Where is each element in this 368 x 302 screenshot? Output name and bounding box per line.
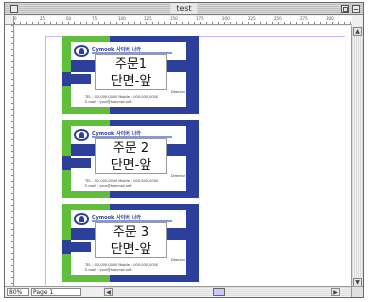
business-card[interactable]: Cymook 사이버 나라 주문 2 단면-앞 Director TEL : 0… [62, 120, 199, 198]
ruler-tick: 50 [66, 16, 72, 21]
order-side: 단면-앞 [110, 242, 152, 257]
card-blue-stripe [71, 74, 91, 84]
card-contact: TEL : 02-000-0000 Mobile : 000-000-0000 … [85, 263, 158, 273]
zoom-field[interactable]: 80% [7, 288, 29, 296]
card-title: Director [171, 90, 186, 94]
scroll-left-arrow-icon[interactable]: ◀ [104, 288, 113, 296]
card-panel: Cymook 사이버 나라 주문 3 단면-앞 Director TEL : 0… [71, 210, 186, 275]
order-label[interactable]: 주문 2 단면-앞 [95, 138, 167, 174]
card-contact: TEL : 02-000-0000 Mobile : 000-000-0000 … [85, 179, 158, 189]
order-side: 단면-앞 [110, 74, 152, 89]
scroll-right-arrow-icon[interactable]: ▶ [331, 288, 340, 296]
order-side: 단면-앞 [110, 158, 152, 173]
card-email: E-mail : your@hanmail.net [85, 100, 132, 104]
ruler-tick: 75 [92, 16, 98, 21]
ruler-tick: 0 [14, 16, 17, 21]
ruler-tick: 150 [170, 16, 178, 21]
order-number: 주문1 [114, 57, 148, 72]
ruler-tick: 300 [326, 16, 334, 21]
business-card[interactable]: Cymook 사이버 나라 주문1 단면-앞 Director TEL : 02… [62, 36, 199, 114]
vertical-ruler[interactable] [5, 25, 14, 287]
ruler-tick: 175 [196, 16, 204, 21]
document-canvas[interactable]: Cymook 사이버 나라 주문1 단면-앞 Director TEL : 02… [15, 26, 351, 288]
scroll-up-arrow-icon[interactable]: ▲ [353, 27, 362, 36]
card-blue-stripe [71, 242, 91, 252]
vertical-scrollbar[interactable]: ▲ ▼ [351, 26, 363, 288]
card-contact: TEL : 02-000-0000 Mobile : 000-000-0000 … [85, 95, 158, 105]
ruler-tick: 25 [40, 16, 46, 21]
card-blue-stripe [71, 158, 91, 168]
title-bar[interactable]: test [5, 3, 363, 15]
window-title: test [170, 3, 198, 14]
ruler-tick: 100 [118, 16, 126, 21]
card-email: E-mail : your@hanmail.net [85, 184, 132, 188]
card-title: Director [171, 174, 186, 178]
ruler-tick: 250 [274, 16, 282, 21]
zoom-box-icon[interactable] [341, 5, 349, 13]
card-panel: Cymook 사이버 나라 주문 2 단면-앞 Director TEL : 0… [71, 126, 186, 191]
company-logo-icon [74, 45, 89, 57]
document-window: test 0 25 50 75 100 125 150 175 200 225 … [4, 2, 364, 298]
order-label[interactable]: 주문1 단면-앞 [95, 54, 167, 90]
ruler-origin[interactable] [5, 16, 14, 25]
status-bar: 80% Page 1 [5, 286, 103, 297]
card-title: Director [171, 258, 186, 262]
business-card[interactable]: Cymook 사이버 나라 주문 3 단면-앞 Director TEL : 0… [62, 204, 199, 282]
company-logo-icon [74, 213, 89, 225]
order-number: 주문 2 [112, 141, 150, 156]
order-label[interactable]: 주문 3 단면-앞 [95, 222, 167, 258]
scroll-thumb[interactable] [213, 288, 225, 296]
ruler-tick: 125 [144, 16, 152, 21]
ruler-tick: 225 [248, 16, 256, 21]
close-box-icon[interactable] [10, 5, 18, 13]
collapse-box-icon[interactable] [352, 5, 360, 13]
ruler-tick: 275 [300, 16, 308, 21]
ruler-tick: 200 [222, 16, 230, 21]
horizontal-ruler[interactable]: 0 25 50 75 100 125 150 175 200 225 250 2… [14, 16, 352, 25]
order-number: 주문 3 [112, 225, 150, 240]
card-panel: Cymook 사이버 나라 주문1 단면-앞 Director TEL : 02… [71, 42, 186, 107]
card-email: E-mail : your@hanmail.net [85, 268, 132, 272]
resize-grip-icon[interactable] [351, 286, 363, 297]
page-field[interactable]: Page 1 [31, 288, 81, 296]
company-logo-icon [74, 129, 89, 141]
horizontal-scrollbar[interactable]: ◀ ▶ [103, 286, 353, 297]
